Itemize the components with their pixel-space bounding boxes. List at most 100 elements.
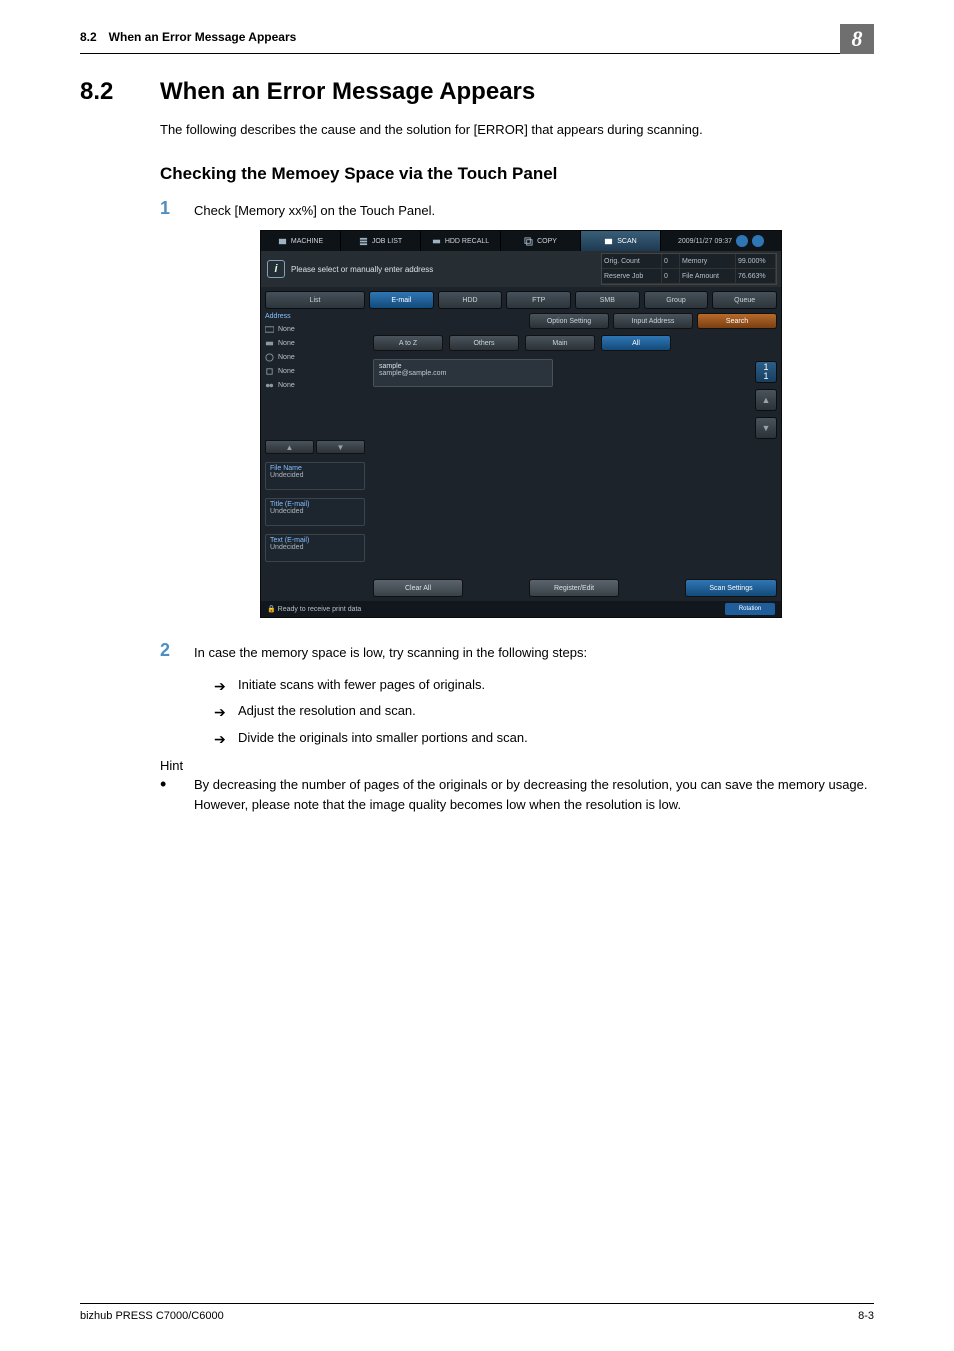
tab-scan[interactable]: SCAN (581, 231, 661, 251)
status-dot-blue-icon (736, 235, 748, 247)
address-header: Address (265, 313, 365, 320)
meta-memory-label: Memory (680, 254, 736, 269)
option-setting-button[interactable]: Option Setting (529, 313, 609, 329)
list-scroll-up-button[interactable]: ▲ (755, 389, 777, 411)
substep-c: Divide the originals into smaller portio… (238, 726, 528, 753)
timestamp-text: 2009/11/27 09:37 (678, 238, 732, 245)
section-title: When an Error Message Appears (160, 78, 535, 106)
step-1-text: Check [Memory xx%] on the Touch Panel. (194, 198, 435, 221)
meta-orig-count-label: Orig. Count (602, 254, 662, 269)
group-small-icon (265, 381, 274, 390)
step-2-text: In case the memory space is low, try sca… (194, 640, 587, 663)
addr-none-2: None (278, 340, 365, 347)
title-box[interactable]: Title (E-mail)Undecided (265, 498, 365, 526)
addr-none-5: None (278, 382, 365, 389)
scan-icon (604, 237, 613, 246)
filter-main-button[interactable]: Main (525, 335, 595, 351)
step-1-number: 1 (160, 198, 194, 221)
ftp-small-icon (265, 353, 274, 362)
meta-memory-value: 99.000% (736, 254, 776, 269)
addr-scroll-down-button[interactable]: ▼ (316, 440, 365, 454)
step-2-number: 2 (160, 640, 194, 663)
tab-hdd-recall[interactable]: HDD RECALL (421, 231, 501, 251)
tab-machine-label: MACHINE (291, 238, 323, 245)
list-scroll-down-button[interactable]: ▼ (755, 417, 777, 439)
arrow-icon: ➔ (214, 726, 238, 753)
filter-atoz-button[interactable]: A to Z (373, 335, 443, 351)
cat-hdd-button[interactable]: HDD (438, 291, 503, 309)
cat-group-button[interactable]: Group (644, 291, 709, 309)
section-intro: The following describes the cause and th… (160, 120, 874, 140)
substep-b: Adjust the resolution and scan. (238, 699, 416, 726)
list-icon (359, 237, 368, 246)
meta-reserve-value: 0 (662, 269, 680, 284)
clear-all-button[interactable]: Clear All (373, 579, 463, 597)
meta-file-value: 76.663% (736, 269, 776, 284)
footer-left: bizhub PRESS C7000/C6000 (80, 1310, 224, 1322)
title-value: Undecided (270, 508, 303, 515)
smb-small-icon (265, 367, 274, 376)
scan-settings-button[interactable]: Scan Settings (685, 579, 777, 597)
chapter-badge: 8 (840, 24, 874, 54)
lock-icon: 🔒 (267, 606, 276, 613)
bullet-icon: • (160, 775, 194, 814)
addr-scroll-up-button[interactable]: ▲ (265, 440, 314, 454)
copy-icon (524, 237, 533, 246)
cat-queue-button[interactable]: Queue (712, 291, 777, 309)
tab-copy[interactable]: COPY (501, 231, 581, 251)
meta-file-label: File Amount (680, 269, 736, 284)
footer-right: 8-3 (858, 1310, 874, 1322)
text-box[interactable]: Text (E-mail)Undecided (265, 534, 365, 562)
hdd-small-icon (265, 339, 274, 348)
filename-value: Undecided (270, 472, 303, 479)
hdd-icon (432, 237, 441, 246)
meta-reserve-label: Reserve Job (602, 269, 662, 284)
filter-others-button[interactable]: Others (449, 335, 519, 351)
page-count-chip: 1 1 (755, 361, 777, 383)
tab-scan-label: SCAN (617, 238, 636, 245)
hint-label: Hint (160, 758, 874, 773)
filter-all-button[interactable]: All (601, 335, 671, 351)
rotation-chip: Rotation (725, 603, 775, 615)
meta-info-box: Orig. Count 0 Memory 99.000% Reserve Job… (601, 253, 777, 285)
address-entry[interactable]: sample sample@sample.com (373, 359, 553, 387)
input-address-button[interactable]: Input Address (613, 313, 693, 329)
tab-machine[interactable]: MACHINE (261, 231, 341, 251)
running-header-text: 8.2 When an Error Message Appears (80, 30, 296, 44)
title-label: Title (E-mail) (270, 501, 309, 508)
section-number: 8.2 (80, 78, 160, 106)
subsection-title: Checking the Memoey Space via the Touch … (160, 164, 874, 184)
timestamp-area: 2009/11/27 09:37 (661, 231, 781, 251)
text-label: Text (E-mail) (270, 537, 309, 544)
register-edit-button[interactable]: Register/Edit (529, 579, 619, 597)
meta-orig-count-value: 0 (662, 254, 680, 269)
touch-panel-screenshot: MACHINE JOB LIST HDD RECALL COPY SCAN 20… (260, 230, 782, 618)
addr-none-3: None (278, 354, 365, 361)
arrow-icon: ➔ (214, 699, 238, 726)
addr-none-1: None (278, 326, 365, 333)
search-button[interactable]: Search (697, 313, 777, 329)
filename-box[interactable]: File NameUndecided (265, 462, 365, 490)
info-icon: i (267, 260, 285, 278)
mail-icon (265, 325, 274, 334)
entry-name: sample (379, 363, 547, 370)
tab-copy-label: COPY (537, 238, 557, 245)
status-text: Ready to receive print data (278, 606, 362, 613)
cat-email-button[interactable]: E-mail (369, 291, 434, 309)
text-value: Undecided (270, 544, 303, 551)
tab-hdd-recall-label: HDD RECALL (445, 238, 489, 245)
cat-ftp-button[interactable]: FTP (506, 291, 571, 309)
status-dot-blue2-icon (752, 235, 764, 247)
arrow-icon: ➔ (214, 673, 238, 700)
addr-none-4: None (278, 368, 365, 375)
machine-icon (278, 237, 287, 246)
hint-text: By decreasing the number of pages of the… (194, 775, 874, 814)
info-prompt-text: Please select or manually enter address (291, 265, 433, 274)
cat-list-button[interactable]: List (265, 291, 365, 309)
entry-email: sample@sample.com (379, 370, 547, 377)
filename-label: File Name (270, 465, 302, 472)
tab-job-list-label: JOB LIST (372, 238, 402, 245)
tab-job-list[interactable]: JOB LIST (341, 231, 421, 251)
cat-smb-button[interactable]: SMB (575, 291, 640, 309)
substep-a: Initiate scans with fewer pages of origi… (238, 673, 485, 700)
